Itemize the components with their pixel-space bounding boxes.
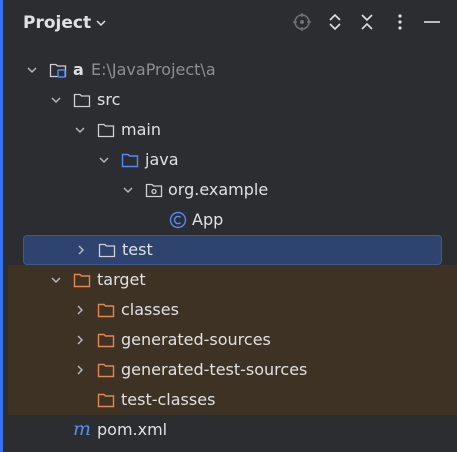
chevron-right-icon[interactable] <box>74 364 86 376</box>
tree-row-src[interactable]: src <box>8 85 457 115</box>
tree-row-package[interactable]: org.example <box>8 175 457 205</box>
tool-window-accent-bar <box>0 0 3 452</box>
excluded-folder-icon <box>97 303 115 318</box>
folder-icon <box>98 243 116 258</box>
tree-label: test-classes <box>121 390 216 409</box>
tree-row-generated-test-sources[interactable]: generated-test-sources <box>8 355 457 385</box>
tree-row-classes[interactable]: classes <box>8 295 457 325</box>
tree-row-java[interactable]: java <box>8 145 457 175</box>
package-icon <box>145 183 163 198</box>
source-root-folder-icon <box>121 153 139 168</box>
project-header: Project <box>0 0 457 46</box>
tree-row-test-classes[interactable]: test-classes <box>8 385 457 415</box>
expand-all-icon[interactable] <box>325 12 345 32</box>
folder-icon <box>73 93 91 108</box>
tree-label: generated-sources <box>121 330 271 349</box>
collapse-all-icon[interactable] <box>357 12 377 32</box>
chevron-down-icon[interactable] <box>50 274 62 286</box>
folder-icon <box>97 123 115 138</box>
project-tool-window: Project a E:\JavaProject\a src main java… <box>0 0 457 452</box>
tree-label: test <box>122 240 153 259</box>
tree-label: org.example <box>168 180 269 199</box>
chevron-right-icon[interactable] <box>75 244 87 256</box>
hide-icon[interactable] <box>422 12 442 32</box>
chevron-down-icon[interactable] <box>122 184 134 196</box>
tree-label: java <box>145 150 179 169</box>
tree-row-test[interactable]: test <box>23 235 442 265</box>
tree-label: App <box>192 210 224 229</box>
tree-row-module-a[interactable]: a E:\JavaProject\a <box>8 55 457 85</box>
chevron-right-icon[interactable] <box>74 334 86 346</box>
module-name: a <box>73 60 84 79</box>
excluded-folder-icon <box>97 363 115 378</box>
project-view-title[interactable]: Project <box>23 12 91 34</box>
tree-label: main <box>121 120 161 139</box>
excluded-folder-icon <box>97 333 115 348</box>
chevron-down-icon[interactable] <box>98 154 110 166</box>
excluded-folder-icon <box>73 273 91 288</box>
tree-label: classes <box>121 300 179 319</box>
chevron-down-icon[interactable] <box>74 124 86 136</box>
chevron-down-icon[interactable] <box>26 64 38 76</box>
module-icon <box>49 63 67 78</box>
tree-label: src <box>97 90 121 109</box>
chevron-down-icon[interactable] <box>95 17 107 29</box>
module-path: E:\JavaProject\a <box>91 60 216 79</box>
excluded-folder-icon <box>97 393 115 408</box>
tree-row-target[interactable]: target <box>8 265 457 295</box>
tree-label: target <box>97 270 146 289</box>
chevron-down-icon[interactable] <box>50 94 62 106</box>
tree-row-app-class[interactable]: App <box>8 205 457 235</box>
options-menu-icon[interactable] <box>390 12 410 32</box>
tree-label: generated-test-sources <box>121 360 308 379</box>
tree-row-generated-sources[interactable]: generated-sources <box>8 325 457 355</box>
class-icon <box>169 211 187 229</box>
maven-icon: m <box>73 418 92 440</box>
chevron-right-icon[interactable] <box>74 304 86 316</box>
tree-row-pom[interactable]: m pom.xml <box>8 415 457 445</box>
tree-row-main[interactable]: main <box>8 115 457 145</box>
locate-icon[interactable] <box>292 12 312 32</box>
tree-label: pom.xml <box>97 420 168 439</box>
